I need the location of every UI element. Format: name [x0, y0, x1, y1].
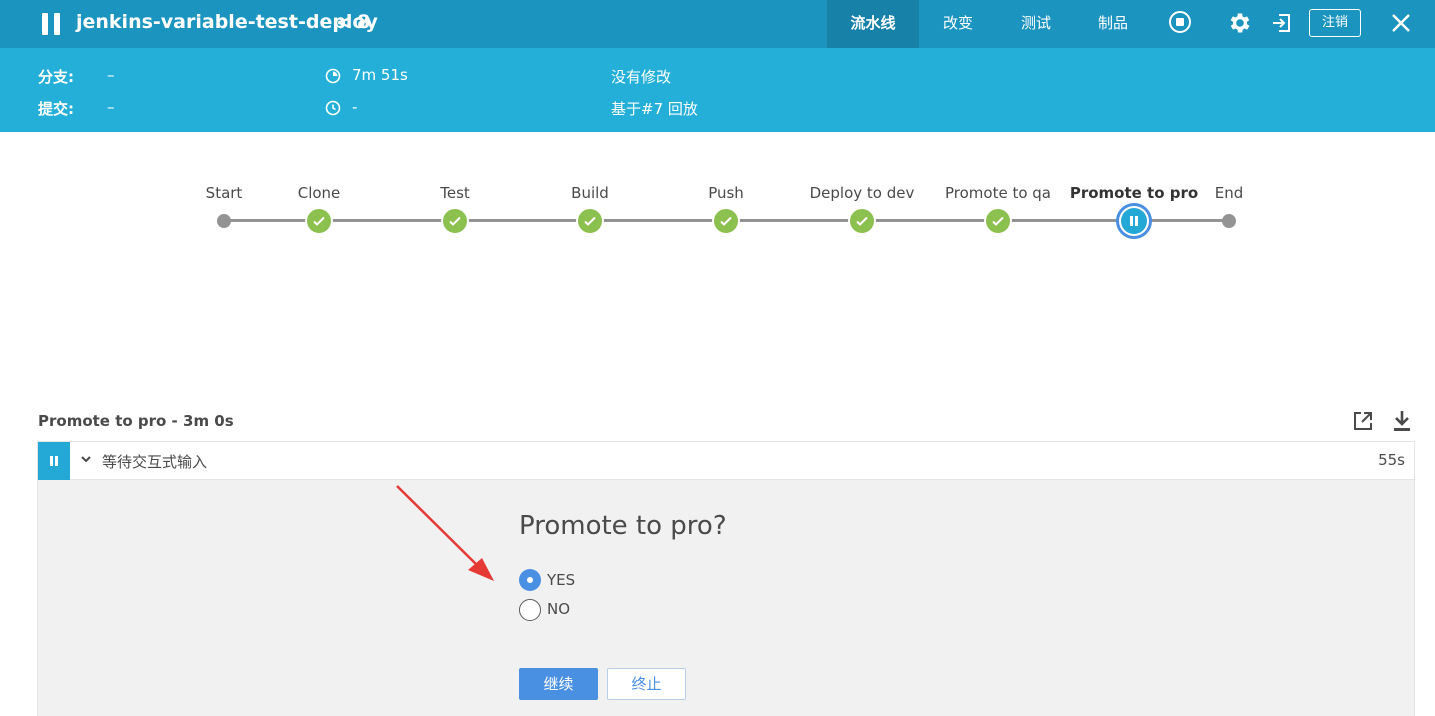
branch-value: –	[107, 66, 115, 84]
stage-label-build[interactable]: Build	[571, 184, 609, 202]
pause-icon	[38, 442, 70, 480]
pause-icon	[1121, 208, 1147, 234]
commit-label: 提交:	[38, 100, 74, 118]
stage-label-promote-to-pro[interactable]: Promote to pro	[1070, 184, 1198, 202]
stage-node-start	[217, 214, 231, 228]
step-section-title: Promote to pro - 3m 0s	[38, 412, 234, 430]
step-row[interactable]: 等待交互式输入 55s	[37, 441, 1415, 480]
check-icon	[720, 216, 732, 226]
stage-label-end: End	[1214, 184, 1244, 202]
popout-icon[interactable]	[1352, 410, 1374, 432]
step-duration: 55s	[1378, 451, 1405, 469]
annotation-arrow	[396, 485, 494, 581]
started-value: -	[352, 98, 358, 116]
abort-button[interactable]: 终止	[607, 668, 686, 700]
input-form: Promote to pro? YES NO 继续 终止	[37, 480, 1415, 716]
stage-label-deploy-to-dev[interactable]: Deploy to dev	[810, 184, 915, 202]
check-icon	[313, 216, 325, 226]
stop-icon[interactable]	[1169, 11, 1191, 33]
radio-yes-label[interactable]: YES	[547, 571, 575, 589]
job-title[interactable]: jenkins-variable-test-deploy	[76, 11, 378, 33]
exit-icon[interactable]	[1270, 11, 1294, 35]
stage-label-start: Start	[205, 184, 243, 202]
check-icon	[449, 216, 461, 226]
stage-label-push[interactable]: Push	[708, 184, 744, 202]
step-name: 等待交互式输入	[102, 453, 208, 471]
duration-value: 7m 51s	[352, 66, 408, 84]
clock-icon	[325, 100, 341, 116]
radio-no-label[interactable]: NO	[547, 600, 570, 618]
input-prompt: Promote to pro?	[519, 511, 727, 541]
continue-button[interactable]: 继续	[519, 668, 598, 700]
radio-no[interactable]	[519, 599, 541, 621]
run-number: 8	[357, 11, 371, 33]
stage-node-deploy-to-dev[interactable]	[848, 207, 876, 235]
gear-icon[interactable]	[1227, 10, 1253, 36]
stage-node-build[interactable]	[576, 207, 604, 235]
branch-label: 分支:	[38, 68, 74, 86]
top-bar: jenkins-variable-test-deploy < 8 流水线 改变 …	[0, 0, 1435, 48]
commit-value: –	[107, 98, 115, 116]
logout-button[interactable]: 注销	[1309, 9, 1361, 37]
changes-text: 没有修改	[611, 68, 672, 86]
stage-node-test[interactable]	[441, 207, 469, 235]
check-icon	[856, 216, 868, 226]
tab-tests[interactable]: 测试	[997, 0, 1075, 48]
close-icon[interactable]	[1390, 12, 1412, 34]
chevron-down-icon[interactable]	[80, 453, 92, 465]
stage-node-promote-to-qa[interactable]	[984, 207, 1012, 235]
check-icon	[992, 216, 1004, 226]
pipeline-graph: Start Clone Test Build Push Deploy to de…	[0, 132, 1435, 402]
stage-node-push[interactable]	[712, 207, 740, 235]
check-icon	[584, 216, 596, 226]
stage-label-clone[interactable]: Clone	[298, 184, 341, 202]
download-icon[interactable]	[1391, 409, 1413, 433]
stage-node-promote-to-pro[interactable]	[1116, 203, 1152, 239]
tab-artifacts[interactable]: 制品	[1075, 0, 1151, 48]
stage-node-end	[1222, 214, 1236, 228]
run-info-bar: 分支: – 提交: – 7m 51s - 没有修改 基于#7 回放	[0, 48, 1435, 132]
stage-label-promote-to-qa[interactable]: Promote to qa	[945, 184, 1051, 202]
cause-text: 基于#7 回放	[611, 100, 698, 118]
radio-yes[interactable]	[519, 569, 541, 591]
chevron-left-icon[interactable]: <	[336, 10, 353, 34]
tab-changes[interactable]: 改变	[919, 0, 997, 48]
tab-pipeline[interactable]: 流水线	[827, 0, 919, 48]
duration-icon	[325, 68, 341, 84]
pause-icon	[42, 13, 60, 35]
stage-node-clone[interactable]	[305, 207, 333, 235]
stage-label-test[interactable]: Test	[440, 184, 470, 202]
